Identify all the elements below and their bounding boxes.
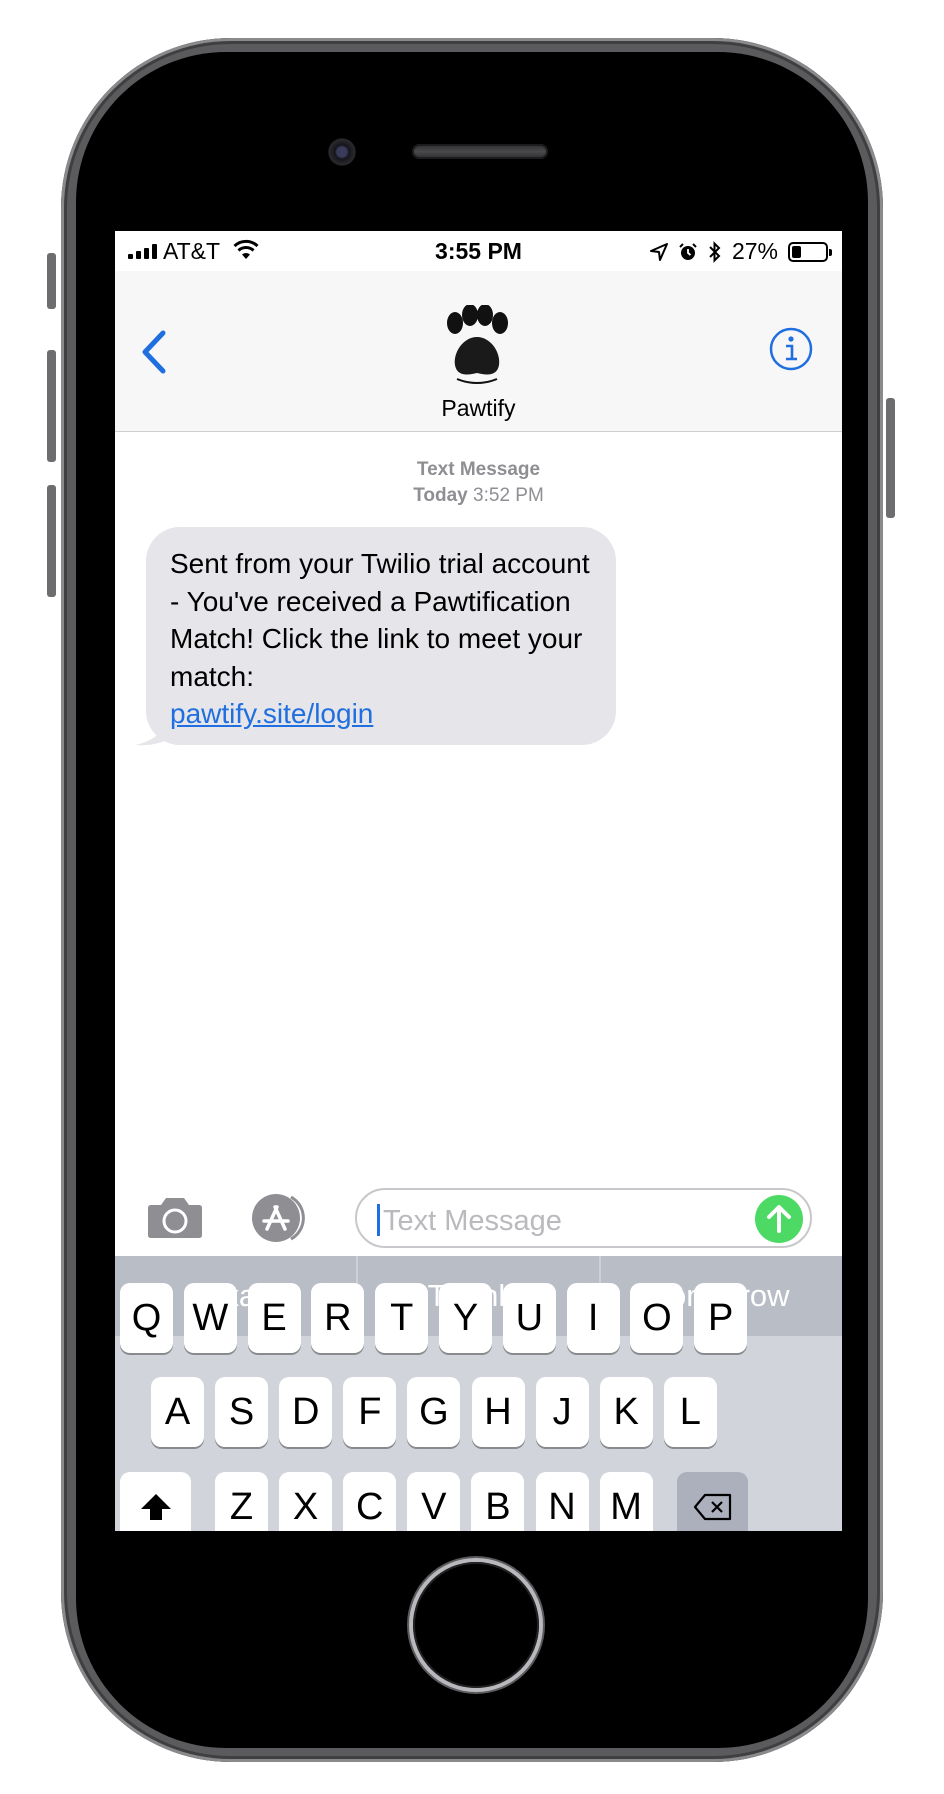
key-z[interactable]: Z <box>215 1472 268 1531</box>
key-j[interactable]: J <box>535 1377 589 1447</box>
key-f[interactable]: F <box>343 1377 397 1447</box>
key-a[interactable]: A <box>151 1377 204 1447</box>
key-e[interactable]: E <box>247 1283 301 1353</box>
alarm-icon <box>679 242 697 260</box>
service-label: Text Message <box>416 459 541 480</box>
paw-print-icon[interactable] <box>439 305 515 385</box>
front-camera <box>328 138 356 166</box>
status-right-group: 27% <box>649 238 832 265</box>
volume-down-button <box>47 485 56 597</box>
key-i[interactable]: I <box>566 1283 620 1353</box>
volume-up-button <box>47 350 56 462</box>
bluetooth-icon <box>709 240 721 263</box>
arrow-up-icon <box>767 1205 791 1233</box>
contact-name[interactable]: Pawtify <box>115 395 842 422</box>
key-c[interactable]: C <box>343 1472 397 1531</box>
conversation-header: Pawtify <box>115 271 842 432</box>
key-n[interactable]: N <box>535 1472 589 1531</box>
key-s[interactable]: S <box>215 1377 269 1447</box>
location-arrow-icon <box>649 242 668 261</box>
key-m[interactable]: M <box>599 1472 653 1531</box>
message-text: Sent from your Twilio trial account - Yo… <box>170 548 590 692</box>
delete-icon <box>693 1493 731 1521</box>
key-o[interactable]: O <box>630 1283 684 1353</box>
shift-icon <box>140 1494 171 1520</box>
key-w[interactable]: W <box>183 1283 237 1353</box>
key-b[interactable]: B <box>471 1472 525 1531</box>
shift-key[interactable] <box>120 1472 191 1531</box>
app-store-icon[interactable] <box>251 1193 313 1243</box>
key-v[interactable]: V <box>407 1472 461 1531</box>
key-k[interactable]: K <box>599 1377 653 1447</box>
key-r[interactable]: R <box>311 1283 365 1353</box>
earpiece-speaker <box>412 144 548 159</box>
message-timestamp: 3:52 PM <box>473 485 544 506</box>
home-button[interactable] <box>413 1562 539 1688</box>
key-p[interactable]: P <box>694 1283 748 1353</box>
key-g[interactable]: G <box>407 1377 461 1447</box>
key-t[interactable]: T <box>375 1283 429 1353</box>
key-u[interactable]: U <box>502 1283 556 1353</box>
screen: AT&T 3:55 PM 27% Pawtify Text Message To… <box>115 231 842 1531</box>
message-input-field[interactable] <box>355 1188 812 1248</box>
message-composer <box>115 1181 842 1256</box>
key-y[interactable]: Y <box>439 1283 492 1353</box>
delete-key[interactable] <box>677 1472 748 1531</box>
message-thread: Text Message Today 3:52 PM Sent from you… <box>115 431 842 1181</box>
key-d[interactable]: D <box>279 1377 333 1447</box>
chevron-left-icon[interactable] <box>135 327 175 377</box>
key-l[interactable]: L <box>663 1377 717 1447</box>
message-link[interactable]: pawtify.site/login <box>170 698 373 729</box>
info-icon[interactable] <box>768 326 814 372</box>
text-cursor <box>377 1204 380 1236</box>
camera-icon[interactable] <box>147 1195 203 1239</box>
battery-percent: 27% <box>731 238 778 264</box>
message-meta: Text Message Today 3:52 PM <box>115 457 842 509</box>
battery-icon <box>788 241 832 262</box>
day-label: Today <box>413 485 468 506</box>
key-x[interactable]: X <box>279 1472 333 1531</box>
incoming-message-bubble: Sent from your Twilio trial account - Yo… <box>146 527 616 745</box>
silent-switch <box>47 253 56 309</box>
send-button[interactable] <box>755 1195 803 1243</box>
battery-fill <box>792 245 801 258</box>
key-q[interactable]: Q <box>120 1283 173 1353</box>
message-input[interactable] <box>381 1202 725 1240</box>
key-h[interactable]: H <box>471 1377 525 1447</box>
status-bar: AT&T 3:55 PM 27% <box>115 231 842 271</box>
power-button <box>886 398 895 518</box>
